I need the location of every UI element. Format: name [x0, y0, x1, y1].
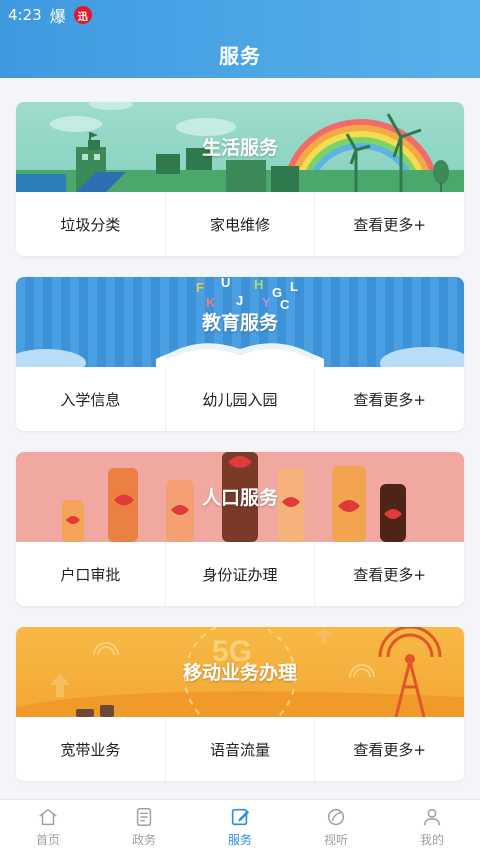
banner-population[interactable]: 人口服务	[16, 452, 464, 542]
link-garbage-sorting[interactable]: 垃圾分类	[16, 192, 166, 256]
service-card-population: 人口服务 户口审批 身份证办理 查看更多+	[16, 452, 464, 606]
svg-text:U: U	[221, 277, 230, 290]
link-row-education: 入学信息 幼儿园入园 查看更多+	[16, 367, 464, 431]
app-header: 4:23 爆 迅 服务	[0, 0, 480, 78]
banner-mobile[interactable]: 5G 移动业务办理	[16, 627, 464, 717]
user-icon	[423, 808, 441, 825]
section-title-mobile: 移动业务办理	[182, 662, 297, 684]
tab-media-label: 视听	[323, 832, 348, 847]
link-more-education[interactable]: 查看更多+	[315, 367, 464, 431]
banner-education[interactable]: F U H G L K J Y C 教育服务	[16, 277, 464, 367]
edit-icon	[231, 808, 250, 825]
svg-text:H: H	[254, 277, 263, 292]
link-broadband[interactable]: 宽带业务	[16, 717, 166, 781]
link-voice-data[interactable]: 语音流量	[166, 717, 316, 781]
link-household-approval[interactable]: 户口审批	[16, 542, 166, 606]
link-enrollment-info[interactable]: 入学信息	[16, 367, 166, 431]
link-id-card[interactable]: 身份证办理	[166, 542, 316, 606]
tab-affairs-label: 政务	[131, 832, 156, 847]
document-icon	[136, 807, 152, 826]
leaf-icon	[327, 808, 345, 825]
tab-home[interactable]: 首页	[0, 800, 96, 853]
status-time: 4:23	[8, 6, 42, 24]
home-icon	[39, 808, 57, 825]
link-kindergarten[interactable]: 幼儿园入园	[166, 367, 316, 431]
service-card-education: F U H G L K J Y C 教育服务 入学信息 幼儿园入园 查看更多+	[16, 277, 464, 431]
tab-media[interactable]: 视听	[288, 800, 384, 853]
tab-services[interactable]: 服务	[192, 800, 288, 853]
banner-life[interactable]: 生活服务	[16, 102, 464, 192]
link-row-life: 垃圾分类 家电维修 查看更多+	[16, 192, 464, 256]
link-row-population: 户口审批 身份证办理 查看更多+	[16, 542, 464, 606]
page-title: 服务	[219, 44, 261, 68]
status-bar: 4:23 爆 迅	[8, 4, 92, 26]
bottom-tab-bar: 首页 政务 服务 视听 我的	[0, 799, 480, 853]
svg-text:F: F	[196, 280, 204, 295]
tab-home-label: 首页	[35, 832, 60, 847]
app-badge-icon: 迅	[73, 6, 92, 24]
tab-affairs[interactable]: 政务	[96, 800, 192, 853]
service-card-mobile: 5G 移动业务办理 宽带业务 语音流量 查看更多+	[16, 627, 464, 781]
link-appliance-repair[interactable]: 家电维修	[166, 192, 316, 256]
tab-profile[interactable]: 我的	[384, 800, 480, 853]
svg-text:J: J	[236, 293, 243, 308]
link-row-mobile: 宽带业务 语音流量 查看更多+	[16, 717, 464, 781]
section-title-population: 人口服务	[201, 487, 278, 509]
service-card-life: 生活服务 垃圾分类 家电维修 查看更多+	[16, 102, 464, 256]
notification-icon: 爆	[49, 7, 66, 26]
section-title-life: 生活服务	[201, 137, 278, 159]
tab-profile-label: 我的	[419, 832, 444, 847]
link-more-mobile[interactable]: 查看更多+	[315, 717, 464, 781]
svg-text:L: L	[290, 279, 298, 294]
link-more-population[interactable]: 查看更多+	[315, 542, 464, 606]
link-more-life[interactable]: 查看更多+	[315, 192, 464, 256]
tab-services-label: 服务	[227, 832, 252, 847]
section-title-education: 教育服务	[201, 312, 278, 334]
